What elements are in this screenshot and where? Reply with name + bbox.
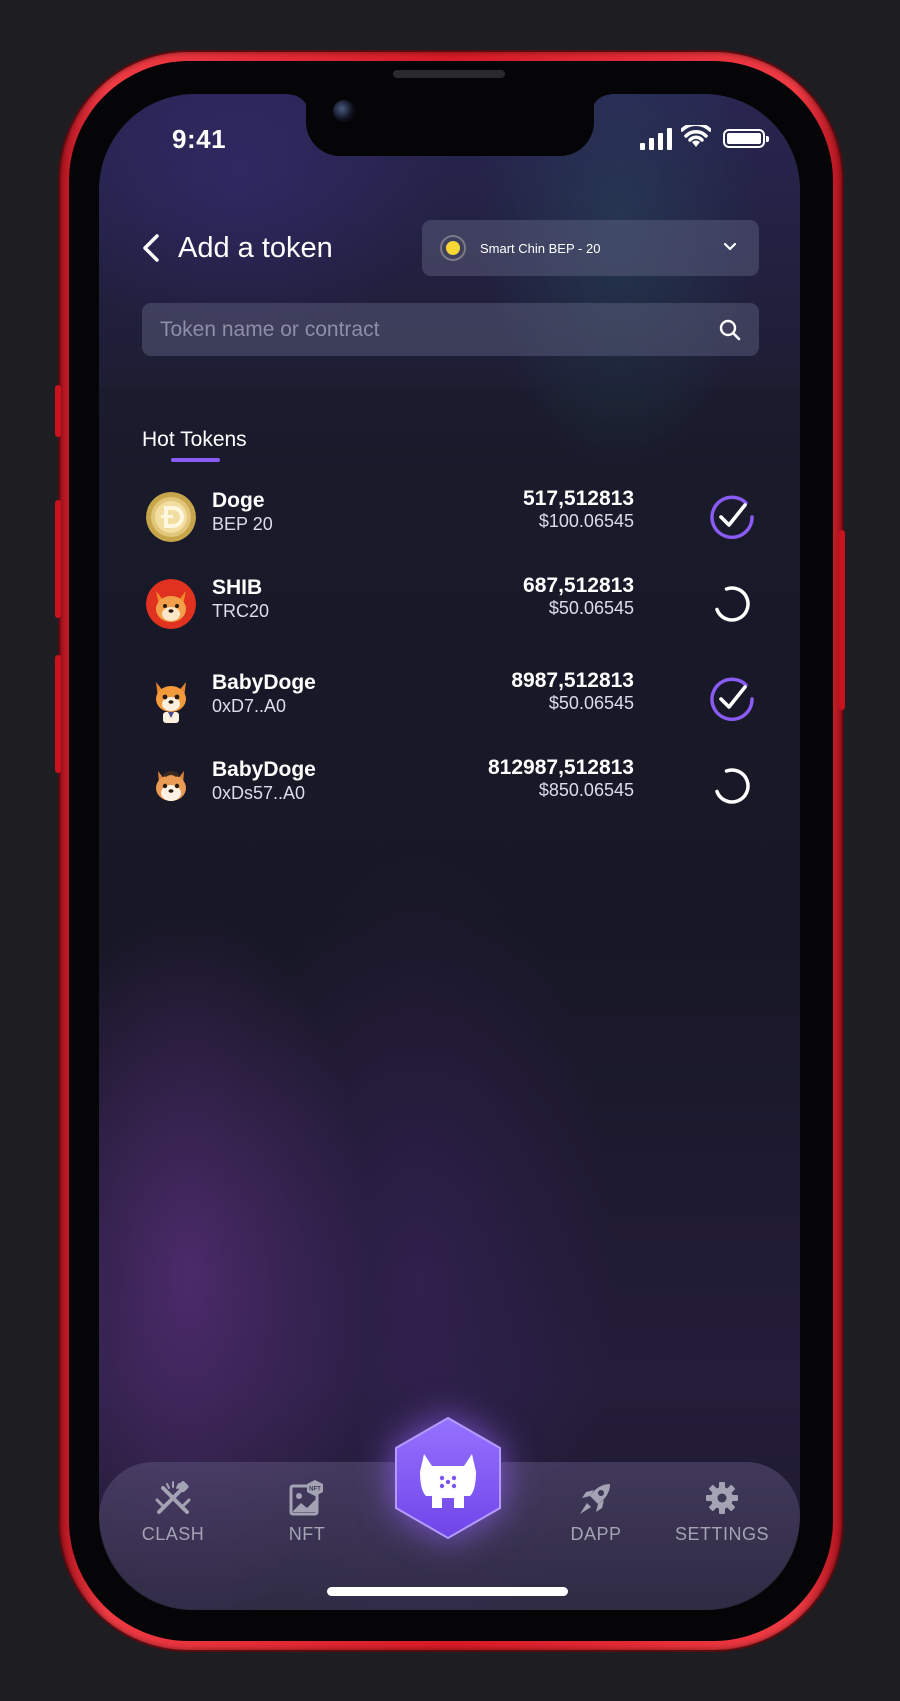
token-row[interactable]: BabyDoge 0xDs57..A0 812987,512813 $850.0… (142, 756, 762, 816)
gear-icon (706, 1482, 738, 1514)
token-network: 0xD7..A0 (212, 696, 287, 716)
tab-dapp[interactable]: DAPP (536, 1478, 656, 1545)
section-underline (171, 458, 220, 462)
tab-settings-label: SETTINGS (674, 1524, 769, 1544)
token-usd-value: $50.06545 (548, 598, 634, 618)
token-amount: 687,512813 (523, 574, 634, 597)
token-usd-value: $50.06545 (548, 693, 634, 713)
svg-text:NFT: NFT (309, 1487, 321, 1493)
token-name: BabyDoge (212, 671, 316, 694)
status-time: 9:41 (172, 124, 227, 154)
back-arrow-icon[interactable] (140, 233, 162, 263)
tab-clash[interactable]: CLASH (113, 1478, 233, 1545)
token-name: Doge (212, 489, 265, 512)
loading-spinner-icon[interactable] (708, 580, 756, 628)
token-amount: 517,512813 (523, 487, 634, 510)
network-coin-icon (440, 235, 466, 261)
checked-icon[interactable] (708, 493, 756, 541)
tab-dapp-label: DAPP (570, 1524, 622, 1544)
token-name: SHIB (212, 576, 263, 599)
battery-icon (723, 129, 769, 148)
loading-spinner-icon[interactable] (708, 762, 756, 810)
wifi-icon (681, 125, 711, 147)
token-row[interactable]: SHIB TRC20 687,512813 $50.06545 (142, 574, 762, 634)
token-network: TRC20 (212, 601, 270, 621)
token-network: BEP 20 (212, 514, 273, 534)
chevron-down-icon (723, 242, 737, 251)
token-network: 0xDs57..A0 (212, 783, 306, 803)
checked-icon[interactable] (708, 675, 756, 723)
volume-up-button (55, 500, 61, 618)
tab-nft[interactable]: NFT NFT (247, 1478, 367, 1545)
tab-clash-label: CLASH (141, 1524, 205, 1544)
tab-settings[interactable]: SETTINGS (662, 1478, 782, 1545)
section-title: Hot Tokens (142, 428, 247, 451)
search-icon[interactable] (719, 319, 741, 341)
mute-switch (55, 385, 61, 437)
token-name: BabyDoge (212, 758, 316, 781)
speaker (393, 70, 505, 78)
page-title: Add a token (178, 232, 333, 264)
token-usd-value: $100.06545 (538, 511, 634, 531)
clash-swords-icon (155, 1481, 191, 1514)
token-amount: 812987,512813 (488, 756, 634, 779)
shib-coin-icon (146, 579, 196, 629)
token-row[interactable]: Doge BEP 20 517,512813 $100.06545 (142, 487, 762, 547)
network-selector[interactable]: Smart Chin BEP - 20 (422, 220, 759, 276)
home-indicator[interactable] (327, 1587, 568, 1596)
network-label: Smart Chin BEP - 20 (480, 240, 601, 256)
home-monster-button[interactable] (392, 1416, 504, 1540)
nft-image-icon: NFT (289, 1480, 323, 1516)
rocket-icon (580, 1484, 610, 1514)
token-amount: 8987,512813 (511, 669, 634, 692)
tab-nft-label: NFT (288, 1524, 326, 1544)
babydoge-coin-icon (146, 674, 196, 724)
token-row[interactable]: BabyDoge 0xD7..A0 8987,512813 $50.06545 (142, 669, 762, 729)
volume-down-button (55, 655, 61, 773)
signal-icon (640, 128, 672, 150)
doge-coin-icon (146, 492, 196, 542)
babydoge-coin-icon (146, 761, 196, 811)
power-button (839, 530, 845, 710)
search-bar (142, 303, 759, 356)
search-input[interactable] (160, 317, 719, 342)
front-camera (333, 100, 355, 122)
token-usd-value: $850.06545 (538, 780, 634, 800)
